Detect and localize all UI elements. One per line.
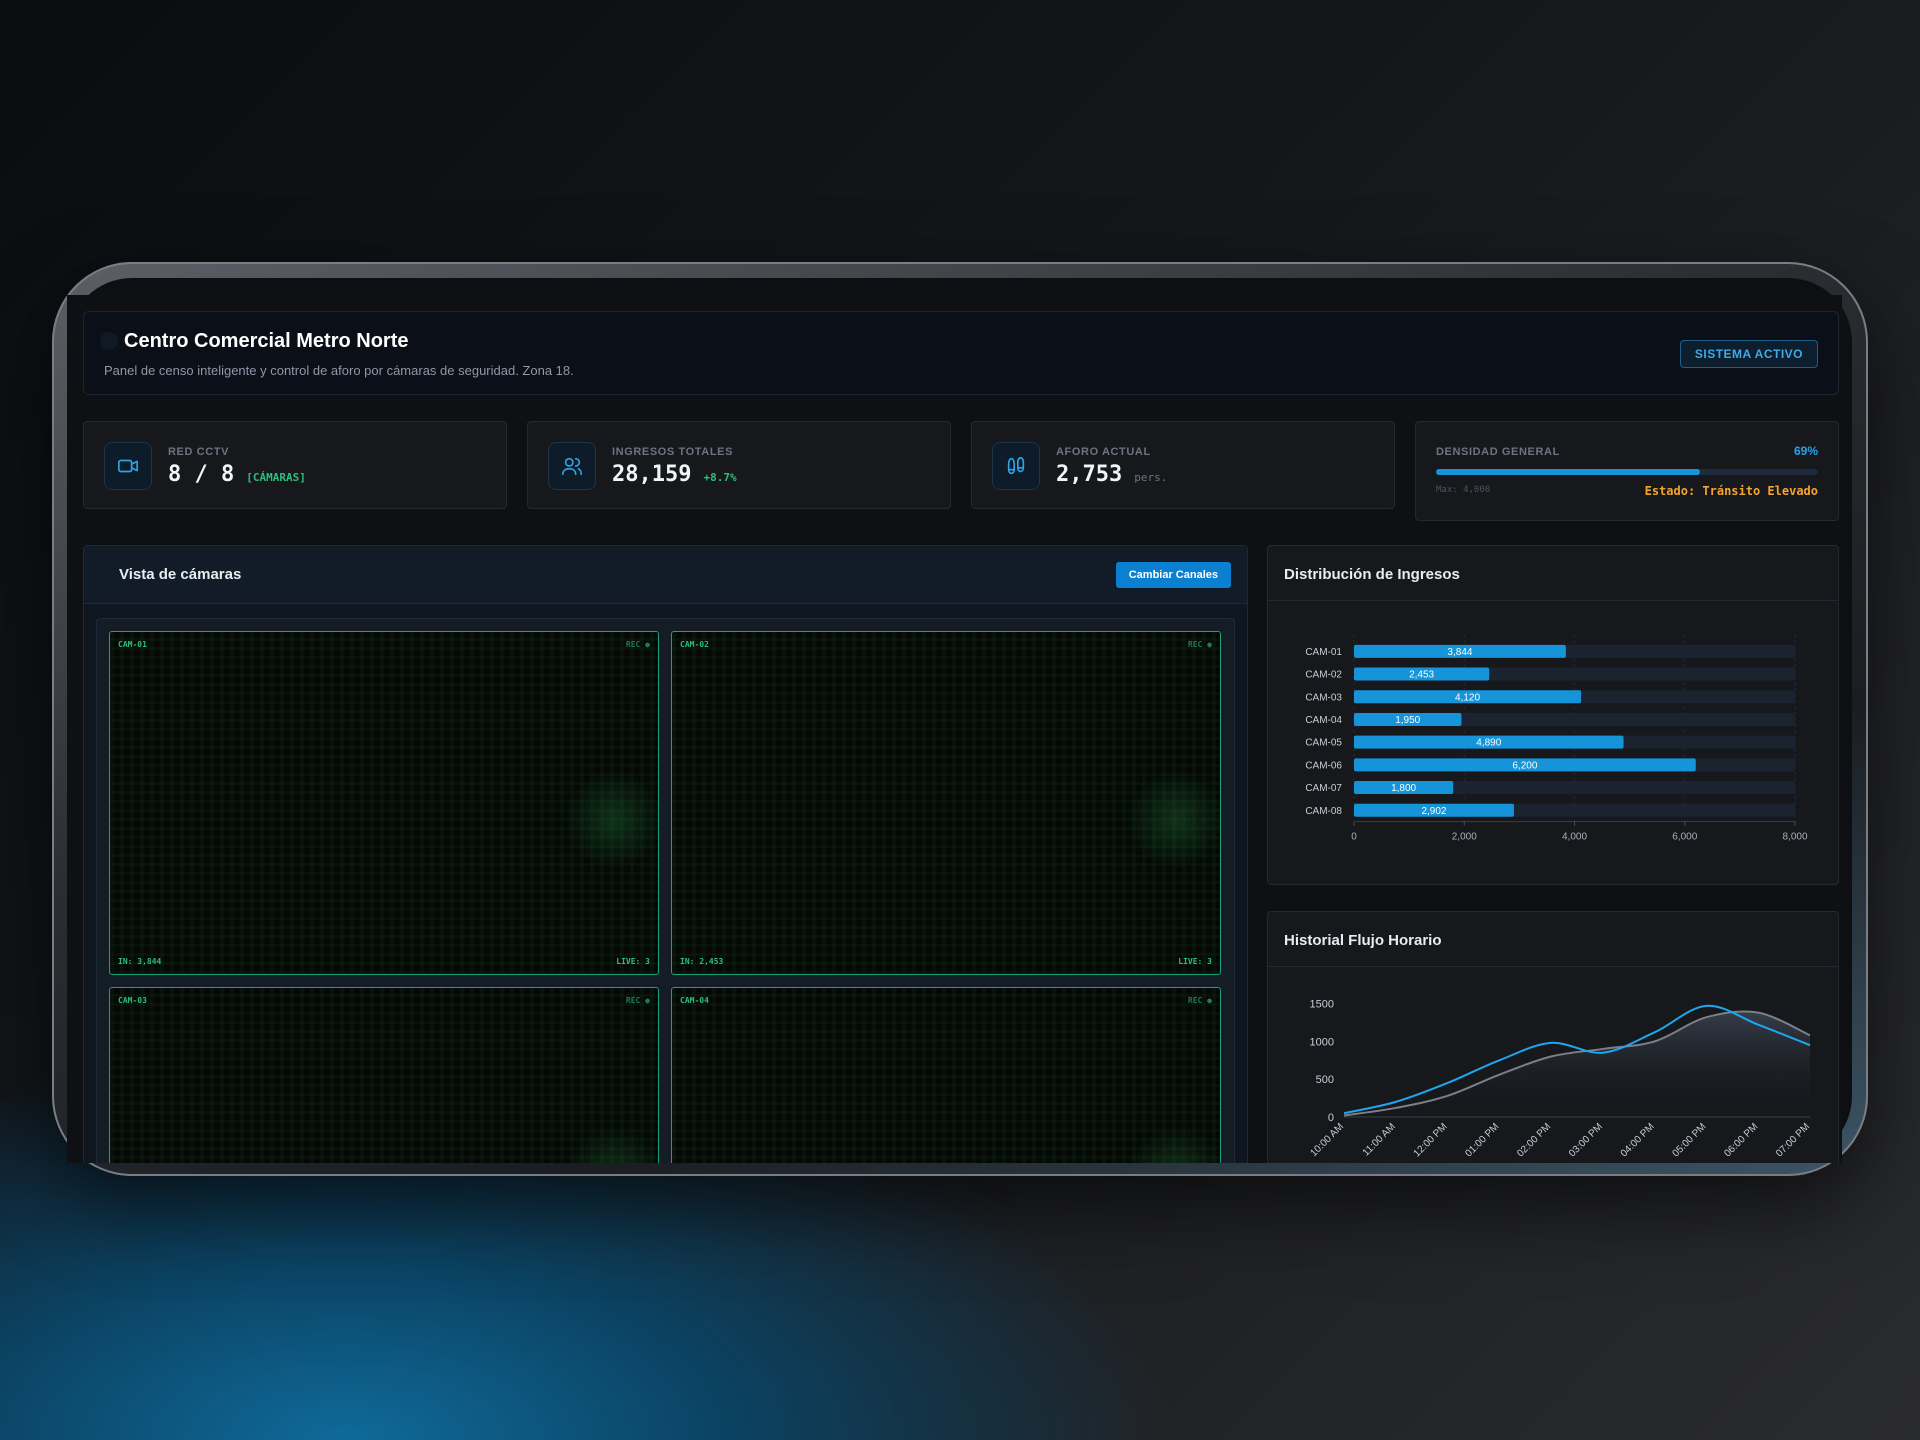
y-tick-label: 0 [1328, 1112, 1334, 1124]
stat-label: INGRESOS TOTALES [612, 446, 734, 458]
stat-value: 8 / 8 [CÁMARAS] [168, 462, 306, 487]
users-icon [548, 442, 596, 490]
x-tick-label: 4,000 [1562, 832, 1587, 843]
camera-id: CAM-04 [680, 996, 709, 1005]
category-label: CAM-08 [1305, 806, 1342, 817]
camera-in-count: IN: 2,453 [680, 957, 724, 966]
x-tick-label: 11:00 AM [1361, 1121, 1398, 1158]
rec-indicator: REC ● [1187, 640, 1212, 649]
density-max: Max: 4,000 [1436, 485, 1491, 495]
camera-live-count: LIVE: 3 [1178, 957, 1212, 966]
camera-feed-cam-03[interactable]: CAM-03 REC ● [109, 987, 659, 1163]
x-tick-label: 02:00 PM [1515, 1121, 1553, 1159]
x-tick-label: 12:00 PM [1412, 1121, 1450, 1159]
category-label: CAM-03 [1305, 692, 1342, 703]
dashboard: Centro Comercial Metro Norte Panel de ce… [67, 295, 1842, 1163]
camera-id: CAM-03 [118, 996, 147, 1005]
bar-value-label: 1,800 [1391, 783, 1416, 794]
distribution-panel: Distribución de Ingresos 0 2,000 4,000 6,00… [1267, 545, 1839, 885]
page-title: Centro Comercial Metro Norte [124, 330, 409, 352]
x-tick-label: 03:00 PM [1567, 1121, 1605, 1159]
bar-value-label: 2,902 [1421, 806, 1446, 817]
stat-value-text: 2,753 [1056, 462, 1123, 487]
history-line-chart: 0 500 1000 1500 10:00 AM 11:00 AM 12:00 PM 01:0… [1308, 999, 1812, 1160]
stat-value-text: 8 / 8 [168, 462, 235, 487]
stat-unit: pers. [1134, 471, 1168, 484]
category-label: CAM-05 [1305, 738, 1342, 749]
camera-grid: CAM-01 REC ● IN: 3,844 LIVE: 3 CAM-02 RE… [96, 618, 1235, 1163]
stat-trend: +8.7% [703, 471, 737, 484]
rec-indicator: REC ● [625, 996, 650, 1005]
y-tick-label: 1500 [1310, 999, 1334, 1011]
distribution-title: Distribución de Ingresos [1284, 566, 1460, 583]
x-tick-label: 10:00 AM [1308, 1121, 1346, 1159]
rec-indicator: REC ● [1187, 996, 1212, 1005]
category-label: CAM-02 [1305, 670, 1342, 681]
density-label: DENSIDAD GENERAL [1436, 446, 1560, 458]
camera-feed-cam-01[interactable]: CAM-01 REC ● IN: 3,844 LIVE: 3 [109, 631, 659, 975]
density-state: Estado: Tránsito Elevado [1644, 484, 1818, 498]
bar-value-label: 2,453 [1409, 670, 1434, 681]
rec-indicator: REC ● [625, 640, 650, 649]
system-status-badge: SISTEMA ACTIVO [1679, 340, 1818, 368]
bar-value-label: 4,890 [1476, 738, 1501, 749]
x-tick-label: 8,000 [1782, 832, 1807, 843]
history-title: Historial Flujo Horario [1284, 932, 1442, 949]
page-subtitle: Panel de censo inteligente y control de … [104, 363, 574, 378]
header-bar: Centro Comercial Metro Norte Panel de ce… [83, 311, 1839, 395]
bar-value-label: 6,200 [1512, 760, 1537, 771]
area-fill [1344, 1011, 1810, 1117]
camera-feed-cam-02[interactable]: CAM-02 REC ● IN: 2,453 LIVE: 3 [671, 631, 1221, 975]
x-tick-label: 2,000 [1452, 832, 1477, 843]
stat-label: RED CCTV [168, 446, 230, 458]
video-camera-icon [104, 442, 152, 490]
cameras-panel: Vista de cámaras Cambiar Canales CAM-01 … [83, 545, 1248, 1163]
camera-feed-cam-04[interactable]: CAM-04 REC ● [671, 987, 1221, 1163]
x-tick-label: 6,000 [1672, 832, 1697, 843]
stat-value-text: 28,159 [612, 462, 692, 487]
x-tick-label: 01:00 PM [1463, 1121, 1501, 1159]
stat-card-aforo: AFORO ACTUAL 2,753 pers. [971, 421, 1395, 509]
distribution-bar-chart: 0 2,000 4,000 6,000 8,000 3,844 CAM-01 2,453 CAM… [1305, 634, 1808, 843]
category-label: CAM-06 [1305, 760, 1342, 771]
bar-value-label: 4,120 [1455, 692, 1480, 703]
category-label: CAM-01 [1305, 647, 1342, 658]
stat-card-cctv: RED CCTV 8 / 8 [CÁMARAS] [83, 421, 507, 509]
x-tick-label: 04:00 PM [1619, 1121, 1657, 1159]
density-progress-fill [1436, 469, 1700, 475]
y-tick-label: 1000 [1310, 1036, 1334, 1048]
stat-card-ingresos: INGRESOS TOTALES 28,159 +8.7% [527, 421, 951, 509]
camera-id: CAM-01 [118, 640, 147, 649]
cameras-panel-header: Vista de cámaras Cambiar Canales [84, 546, 1247, 604]
camera-id: CAM-02 [680, 640, 709, 649]
history-panel: Historial Flujo Horario 0 500 1000 1500 10:0… [1267, 911, 1839, 1163]
camera-in-count: IN: 3,844 [118, 957, 162, 966]
category-label: CAM-07 [1305, 783, 1342, 794]
stat-label: AFORO ACTUAL [1056, 446, 1151, 458]
stat-value: 2,753 pers. [1056, 462, 1167, 487]
y-tick-label: 500 [1316, 1074, 1334, 1086]
logo-dot [100, 332, 118, 350]
cameras-panel-title: Vista de cámaras [119, 566, 242, 583]
density-percent: 69% [1793, 444, 1818, 458]
stat-value: 28,159 +8.7% [612, 462, 737, 487]
camera-live-count: LIVE: 3 [616, 957, 650, 966]
stat-suffix: [CÁMARAS] [246, 471, 306, 484]
change-channels-button[interactable]: Cambiar Canales [1115, 562, 1231, 588]
category-label: CAM-04 [1305, 715, 1342, 726]
x-tick-label: 05:00 PM [1671, 1121, 1709, 1159]
stat-card-densidad: DENSIDAD GENERAL 69% Max: 4,000 Estado: … [1415, 421, 1839, 521]
x-tick-label: 06:00 PM [1722, 1121, 1760, 1159]
bar-value-label: 3,844 [1447, 647, 1472, 658]
footprints-icon [992, 442, 1040, 490]
x-tick-label: 07:00 PM [1774, 1121, 1812, 1159]
x-tick-label: 0 [1351, 832, 1357, 843]
bar-value-label: 1,950 [1395, 715, 1420, 726]
density-progress-bar [1436, 469, 1818, 475]
